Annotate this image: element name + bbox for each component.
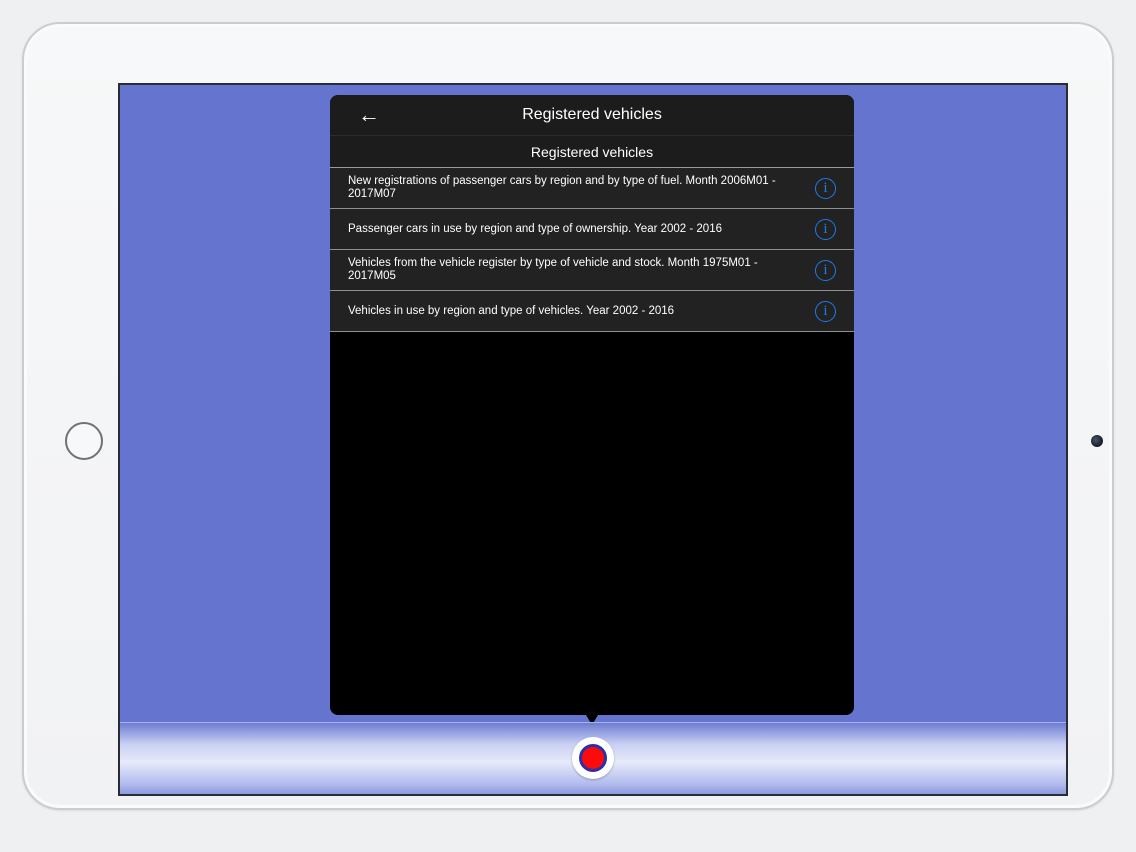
list-item-label: Vehicles in use by region and type of ve… — [348, 304, 675, 317]
camera-icon — [1091, 435, 1103, 447]
list-item[interactable]: Passenger cars in use by region and type… — [330, 209, 854, 250]
list-item-label: New registrations of passenger cars by r… — [348, 175, 776, 200]
list-item[interactable]: Vehicles in use by region and type of ve… — [330, 291, 854, 332]
list-item-label: Passenger cars in use by region and type… — [348, 222, 722, 235]
app-screen: ← Registered vehicles Registered vehicle… — [118, 83, 1068, 796]
list-item-label: Vehicles from the vehicle register by ty… — [348, 257, 758, 282]
popover-panel: ← Registered vehicles Registered vehicle… — [330, 95, 854, 725]
back-arrow-icon[interactable]: ← — [358, 103, 380, 127]
info-icon[interactable]: i — [815, 301, 836, 322]
dataset-list: New registrations of passenger cars by r… — [330, 168, 854, 332]
section-header: Registered vehicles — [330, 136, 854, 168]
ipad-frame: ← Registered vehicles Registered vehicle… — [22, 22, 1114, 810]
list-item[interactable]: New registrations of passenger cars by r… — [330, 168, 854, 209]
info-icon[interactable]: i — [815, 219, 836, 240]
bottom-toolbar — [120, 722, 1066, 794]
list-item[interactable]: Vehicles from the vehicle register by ty… — [330, 250, 854, 291]
info-icon[interactable]: i — [815, 178, 836, 199]
record-icon — [579, 744, 607, 772]
nav-title: Registered vehicles — [522, 106, 662, 123]
info-icon[interactable]: i — [815, 260, 836, 281]
nav-bar: ← Registered vehicles — [330, 95, 854, 136]
record-button[interactable] — [572, 737, 614, 779]
home-button[interactable] — [65, 422, 103, 460]
